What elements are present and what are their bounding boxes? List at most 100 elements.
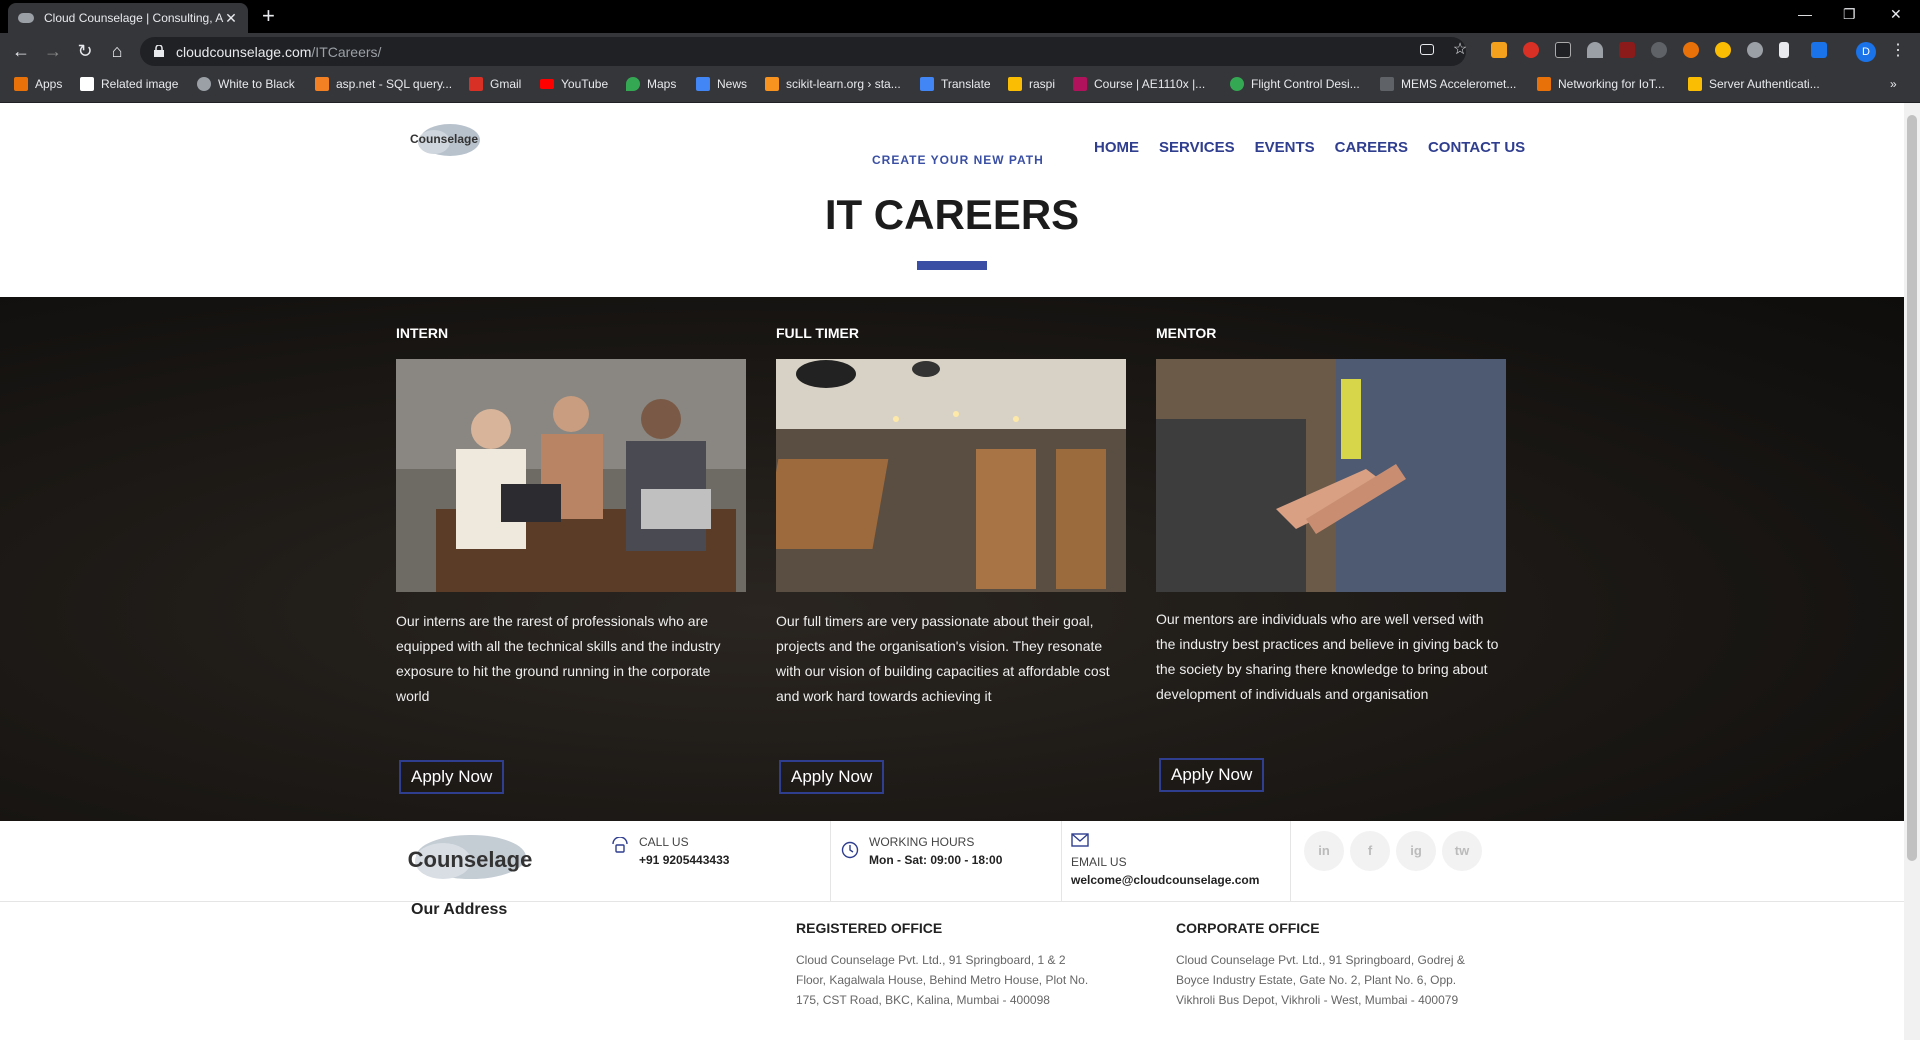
nav-events[interactable]: EVENTS — [1255, 139, 1315, 156]
browser-toolbar: ← → ↻ ⌂ cloudcounselage.com/ITCareers/ ☆… — [0, 33, 1920, 70]
lock-icon — [154, 45, 164, 57]
bookmark-apps[interactable]: Apps — [14, 77, 62, 91]
scikit-icon — [765, 77, 779, 91]
reload-icon[interactable]: ↻ — [75, 41, 95, 61]
nav-home[interactable]: HOME — [1094, 139, 1139, 156]
extension-adblock-icon[interactable] — [1523, 42, 1539, 58]
bookmark-item[interactable]: White to Black — [197, 77, 295, 91]
cast-icon[interactable] — [1420, 44, 1434, 55]
footer-logo[interactable]: Counselage — [405, 831, 535, 886]
address-bar[interactable]: cloudcounselage.com/ITCareers/ — [140, 37, 1466, 66]
bookmark-item[interactable]: Maps — [626, 77, 676, 91]
home-icon[interactable]: ⌂ — [107, 41, 127, 61]
extension-terminal-icon[interactable] — [1555, 42, 1571, 58]
bookmark-item[interactable]: asp.net - SQL query... — [315, 77, 452, 91]
extension-h-icon[interactable] — [1619, 42, 1635, 58]
page-icon — [80, 77, 94, 91]
back-icon[interactable]: ← — [11, 41, 31, 61]
mail-icon — [1071, 833, 1089, 847]
card-description: Our mentors are individuals who are well… — [1156, 611, 1499, 702]
extension-arc-icon[interactable] — [1587, 42, 1603, 58]
bookmark-item[interactable]: Gmail — [469, 77, 521, 91]
extension-ui-icon[interactable] — [1811, 42, 1827, 58]
apps-grid-icon — [14, 77, 28, 91]
tab-title: Cloud Counselage | Consulting, A — [44, 11, 224, 25]
extension-key-icon[interactable] — [1491, 42, 1507, 58]
divider — [1061, 821, 1062, 902]
apply-now-button[interactable]: Apply Now — [779, 760, 885, 794]
linkedin-icon[interactable]: in — [1304, 831, 1344, 871]
page-viewport: Counselage CREATE YOUR NEW PATH HOME SER… — [0, 103, 1904, 1040]
bookmark-item[interactable]: YouTube — [540, 77, 608, 91]
mentor-photo — [1156, 359, 1506, 592]
careers-section: INTERN Our interns are the rarest of pro… — [0, 297, 1904, 821]
bookmark-item[interactable]: Related image — [80, 77, 178, 91]
card-description: Our interns are the rarest of profession… — [396, 613, 721, 704]
corporate-office: CORPORATE OFFICE Cloud Counselage Pvt. L… — [1176, 920, 1476, 1010]
close-tab-icon[interactable]: ✕ — [224, 10, 238, 27]
bookmark-item[interactable]: Server Authenticati... — [1688, 77, 1820, 91]
browser-tab[interactable]: Cloud Counselage | Consulting, A ✕ — [8, 3, 248, 33]
call-label: CALL US — [639, 835, 689, 849]
extension-yellow-icon[interactable] — [1715, 42, 1731, 58]
registered-office-title: REGISTERED OFFICE — [796, 920, 943, 936]
facebook-icon[interactable]: f — [1350, 831, 1390, 871]
card-title: INTERN — [396, 325, 449, 341]
email-address[interactable]: welcome@cloudcounselage.com — [1071, 873, 1259, 887]
footer-logo-text: Counselage — [408, 847, 533, 872]
main-nav: HOME SERVICES EVENTS CAREERS CONTACT US — [1094, 139, 1545, 156]
cloud-logo-icon: Counselage — [408, 835, 533, 879]
bookmarks-bar: Apps Related image White to Black asp.ne… — [0, 70, 1920, 103]
youtube-icon — [540, 79, 554, 89]
restore-icon[interactable]: ❐ — [1843, 6, 1856, 23]
bookmark-item[interactable]: scikit-learn.org › sta... — [765, 77, 901, 91]
hours-value: Mon - Sat: 09:00 - 18:00 — [869, 853, 1003, 867]
extension-gear-icon[interactable] — [1747, 42, 1763, 58]
bookmarks-overflow-icon[interactable]: » — [1890, 77, 1897, 91]
bookmark-item[interactable]: News — [696, 77, 747, 91]
forward-icon[interactable]: → — [43, 41, 63, 61]
intern-photo — [396, 359, 746, 592]
card-title: FULL TIMER — [776, 325, 859, 341]
divider — [1290, 821, 1291, 902]
profile-avatar[interactable]: D — [1856, 42, 1876, 62]
bookmark-star-icon[interactable]: ☆ — [1450, 40, 1470, 60]
corporate-office-title: CORPORATE OFFICE — [1176, 920, 1320, 936]
bookmark-item[interactable]: Course | AE1110x |... — [1073, 77, 1205, 91]
extension-pin-icon[interactable] — [1779, 42, 1789, 58]
bookmark-item[interactable]: raspi — [1008, 77, 1055, 91]
new-tab-icon[interactable]: + — [262, 5, 275, 27]
twitter-icon[interactable]: tw — [1442, 831, 1482, 871]
site-logo[interactable]: Counselage — [410, 120, 488, 164]
phone-number[interactable]: +91 9205443433 — [639, 853, 729, 867]
phone-icon — [612, 837, 628, 853]
card-title: MENTOR — [1156, 325, 1217, 341]
folder-icon — [1008, 77, 1022, 91]
close-window-icon[interactable]: ✕ — [1890, 6, 1902, 23]
extension-cookie-icon[interactable] — [1683, 42, 1699, 58]
clock-icon — [841, 841, 859, 859]
nav-careers[interactable]: CAREERS — [1335, 139, 1408, 156]
nav-services[interactable]: SERVICES — [1159, 139, 1235, 156]
page-title: IT CAREERS — [824, 191, 1080, 238]
registered-office-address: Cloud Counselage Pvt. Ltd., 91 Springboa… — [796, 953, 1089, 1007]
news-icon — [696, 77, 710, 91]
bookmark-item[interactable]: Flight Control Desi... — [1230, 77, 1360, 91]
mems-icon — [1380, 77, 1394, 91]
apply-now-button[interactable]: Apply Now — [399, 760, 505, 794]
menu-kebab-icon[interactable]: ⋮ — [1888, 41, 1908, 61]
divider — [830, 821, 831, 902]
minimize-icon[interactable]: — — [1798, 6, 1812, 22]
bookmark-item[interactable]: MEMS Acceleromet... — [1380, 77, 1516, 91]
apply-now-button[interactable]: Apply Now — [1159, 758, 1265, 792]
extension-swirl-icon[interactable] — [1651, 42, 1667, 58]
page-scrollbar[interactable] — [1904, 103, 1920, 1040]
nav-contact-us[interactable]: CONTACT US — [1428, 139, 1525, 156]
bookmark-item[interactable]: Translate — [920, 77, 991, 91]
bookmark-item[interactable]: Networking for IoT... — [1537, 77, 1665, 91]
logo-text: Counselage — [410, 132, 479, 146]
instagram-icon[interactable]: ig — [1396, 831, 1436, 871]
registered-office: REGISTERED OFFICE Cloud Counselage Pvt. … — [796, 920, 1096, 1010]
hours-label: WORKING HOURS — [869, 835, 975, 849]
scrollbar-thumb[interactable] — [1907, 115, 1917, 861]
